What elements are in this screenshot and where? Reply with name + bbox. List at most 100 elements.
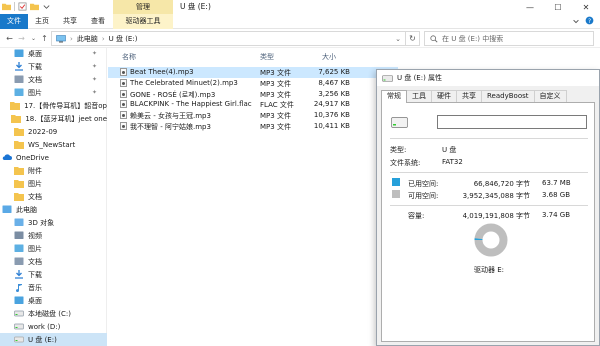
help-icon[interactable]: ? xyxy=(585,16,594,25)
file-name: The Celebrated Minuet(2).mp3 xyxy=(130,78,238,87)
sidebar-item-label: 文档 xyxy=(28,192,42,201)
tab-home[interactable]: 主页 xyxy=(30,14,54,29)
divider xyxy=(390,172,588,173)
search-icon xyxy=(430,34,438,43)
properties-check-icon[interactable] xyxy=(18,2,27,11)
pin-icon[interactable]: ✦ xyxy=(92,89,97,96)
file-type: MP3 文件 xyxy=(260,112,291,121)
divider xyxy=(390,138,588,139)
back-button[interactable]: ← xyxy=(4,32,15,44)
tab-file[interactable]: 文件 xyxy=(0,14,28,29)
address-bar[interactable]: › 此电脑 › U 盘 (E:) ⌄ xyxy=(51,31,406,46)
file-row[interactable]: Beat Thee(4).mp3 MP3 文件 7,625 KB xyxy=(108,67,398,78)
sidebar-item[interactable]: U 盘 (E:) xyxy=(0,333,107,346)
file-name: 我不理智 - 阿宁姑娘.mp3 xyxy=(130,123,211,131)
sidebar-item[interactable]: 17.【骨传导耳机】韶音op xyxy=(0,99,107,112)
tab-hardware[interactable]: 硬件 xyxy=(431,90,457,102)
sidebar-item[interactable]: 3D 对象 xyxy=(0,216,107,229)
general-tab-panel: 类型: U 盘 文件系统: FAT32 已用空间: 66,846,720 字节 … xyxy=(381,102,595,342)
used-space-size: 63.7 MB xyxy=(542,179,571,187)
sidebar-item[interactable]: 18.【蓝牙耳机】jeet one xyxy=(0,112,107,125)
breadcrumb-usb-drive[interactable]: U 盘 (E:) xyxy=(109,34,138,44)
sidebar-item[interactable]: work (D:) xyxy=(0,320,107,333)
chevron-down-icon[interactable] xyxy=(42,2,51,11)
sidebar-item-label: 音乐 xyxy=(28,283,42,292)
window-title: U 盘 (E:) xyxy=(180,2,211,11)
file-row[interactable]: GONE - ROSÉ (로제).mp3 MP3 文件 3,256 KB xyxy=(108,89,398,100)
sidebar-item[interactable]: 文档 ✦ xyxy=(0,73,107,86)
sidebar-item[interactable]: 桌面 xyxy=(0,294,107,307)
sidebar-item[interactable]: 文档 xyxy=(0,190,107,203)
3d-objects-icon xyxy=(14,218,24,226)
sidebar-item[interactable]: WS_NewStart xyxy=(0,138,107,151)
type-value: U 盘 xyxy=(442,146,457,154)
column-header-type[interactable]: 类型 xyxy=(260,52,274,62)
sidebar-item-label: 桌面 xyxy=(28,49,42,58)
audio-file-icon xyxy=(120,100,127,109)
tab-drive-tools[interactable]: 驱动器工具 xyxy=(113,14,173,29)
up-button[interactable]: ↑ xyxy=(39,32,50,44)
chevron-down-icon[interactable]: ⌄ xyxy=(395,35,401,43)
manage-context-tab[interactable]: 管理 xyxy=(113,0,173,14)
column-header-size[interactable]: 大小 xyxy=(322,52,336,62)
sidebar-item[interactable]: 图片 xyxy=(0,177,107,190)
sidebar-item-label: 17.【骨传导耳机】韶音op xyxy=(24,101,107,110)
sidebar-item-label: 2022-09 xyxy=(28,127,58,136)
free-space-ring xyxy=(474,223,508,257)
sidebar-item-label: 18.【蓝牙耳机】jeet one xyxy=(25,114,107,123)
folder-icon xyxy=(14,141,24,149)
tab-customize[interactable]: 自定义 xyxy=(533,90,567,102)
column-header-name[interactable]: 名称 xyxy=(122,52,136,62)
desktop-icon xyxy=(14,49,24,57)
tab-sharing[interactable]: 共享 xyxy=(456,90,482,102)
new-folder-icon[interactable] xyxy=(30,2,39,11)
sidebar-item-label: 文档 xyxy=(28,75,42,84)
close-button[interactable]: ✕ xyxy=(572,0,600,14)
window-controls: — ☐ ✕ xyxy=(516,0,600,14)
minimize-button[interactable]: — xyxy=(516,0,544,14)
sidebar-item[interactable]: 2022-09 xyxy=(0,125,107,138)
tab-view[interactable]: 查看 xyxy=(86,14,110,29)
sidebar-item[interactable]: 音乐 xyxy=(0,281,107,294)
pin-icon[interactable]: ✦ xyxy=(92,50,97,57)
file-name: Beat Thee(4).mp3 xyxy=(130,68,194,76)
download-icon xyxy=(15,62,23,71)
maximize-button[interactable]: ☐ xyxy=(544,0,572,14)
capacity-bytes: 4,019,191,808 字节 xyxy=(462,212,530,220)
sidebar-item-label: 此电脑 xyxy=(16,205,37,214)
sidebar-item[interactable]: ⌄此电脑 xyxy=(0,203,107,216)
file-row[interactable]: 赖美云 - 女孩与王冠.mp3 MP3 文件 10,376 KB xyxy=(108,110,398,121)
forward-button[interactable]: → xyxy=(16,32,27,44)
tab-readyboost[interactable]: ReadyBoost xyxy=(481,90,535,102)
sidebar-item[interactable]: 桌面 ✦ xyxy=(0,47,107,60)
sidebar-item[interactable]: 图片 xyxy=(0,242,107,255)
sidebar-item[interactable]: 本地磁盘 (C:) xyxy=(0,307,107,320)
sidebar-item[interactable]: 图片 ✦ xyxy=(0,86,107,99)
tab-share[interactable]: 共享 xyxy=(58,14,82,29)
refresh-button[interactable]: ↻ xyxy=(406,31,420,46)
file-row[interactable]: BLACKPINK - The Happiest Girl.flac FLAC 文… xyxy=(108,99,398,110)
tab-general[interactable]: 常规 xyxy=(381,90,407,103)
sidebar-item[interactable]: 附件 xyxy=(0,164,107,177)
sidebar-item[interactable]: 文档 xyxy=(0,255,107,268)
file-type: FLAC 文件 xyxy=(260,101,294,110)
chevron-down-icon[interactable] xyxy=(572,17,580,25)
search-input[interactable]: 在 U 盘 (E:) 中搜索 xyxy=(424,31,594,46)
arrow-right-icon: → xyxy=(18,33,25,43)
free-space-size: 3.68 GB xyxy=(542,191,571,199)
sidebar-item[interactable]: 下载 ✦ xyxy=(0,60,107,73)
file-row[interactable]: The Celebrated Minuet(2).mp3 MP3 文件 8,467 … xyxy=(108,78,398,89)
volume-label-input[interactable] xyxy=(437,115,587,129)
pin-icon[interactable]: ✦ xyxy=(92,76,97,83)
navigation-pane[interactable]: 桌面 ✦ 下载 ✦ 文档 ✦ 图片 ✦ 17.【骨传导耳机】韶音op 18.【蓝牙耳机】jeet … xyxy=(0,48,107,346)
sidebar-item[interactable]: 下载 xyxy=(0,268,107,281)
folder-icon xyxy=(14,167,24,175)
file-row[interactable]: 我不理智 - 阿宁姑娘.mp3 MP3 文件 10,411 KB xyxy=(108,121,398,132)
tab-tools[interactable]: 工具 xyxy=(406,90,432,102)
recent-locations-button[interactable]: ⌄ xyxy=(28,32,39,44)
sidebar-item[interactable]: 视频 xyxy=(0,229,107,242)
sidebar-item[interactable]: ⌄OneDrive xyxy=(0,151,107,164)
breadcrumb-separator: › xyxy=(101,34,105,43)
breadcrumb-this-pc[interactable]: 此电脑 xyxy=(77,34,98,44)
pin-icon[interactable]: ✦ xyxy=(92,63,97,70)
